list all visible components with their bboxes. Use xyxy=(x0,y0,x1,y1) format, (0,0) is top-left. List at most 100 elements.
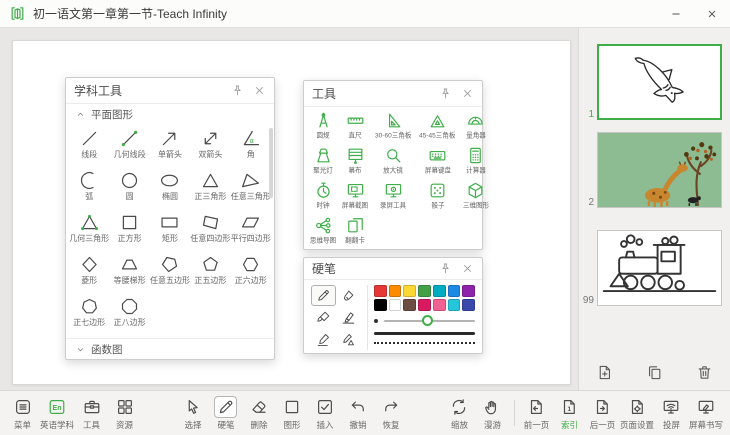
index-button[interactable]: 1索引 xyxy=(553,396,586,431)
solid-line-style[interactable] xyxy=(374,332,475,335)
shape-line-segment[interactable]: 线段 xyxy=(69,125,109,167)
pen-color-swatch-12[interactable] xyxy=(448,299,461,311)
close-icon[interactable] xyxy=(253,84,266,97)
pen-color-swatch-13[interactable] xyxy=(462,299,475,311)
pen-color-swatch-3[interactable] xyxy=(418,285,431,297)
delete-page-button[interactable] xyxy=(680,364,730,381)
pin-icon[interactable] xyxy=(231,84,244,97)
hard-pen-button[interactable]: 硬笔 xyxy=(209,396,242,431)
dotted-line-style[interactable] xyxy=(374,342,475,344)
plane-shapes-section[interactable]: 平面图形 xyxy=(66,104,274,125)
tools-button[interactable]: 工具 xyxy=(75,396,108,431)
pen-writing[interactable] xyxy=(337,285,362,306)
tool-three-d-shapes[interactable]: 三维图形 xyxy=(460,179,492,214)
shape-arc[interactable]: 弧 xyxy=(69,167,109,209)
pen-color-swatch-11[interactable] xyxy=(433,299,446,311)
tool-spotlight[interactable]: 聚光灯 xyxy=(307,144,339,179)
pin-icon[interactable] xyxy=(439,87,452,100)
shape-angle[interactable]: α角 xyxy=(231,125,271,167)
new-page-button[interactable] xyxy=(579,364,629,381)
shape-circle[interactable]: 圆 xyxy=(109,167,149,209)
shape-reg-hexagon[interactable]: 正六边形 xyxy=(231,251,271,293)
pen-color-swatch-1[interactable] xyxy=(389,285,402,297)
pen-pencil[interactable] xyxy=(311,285,336,306)
close-button[interactable] xyxy=(694,0,730,27)
cast-button[interactable]: 投屏 xyxy=(655,396,688,431)
copy-page-button[interactable] xyxy=(629,364,679,381)
tool-triangle-45-45[interactable]: 45-45三角板 xyxy=(415,109,459,144)
shape-eq-triangle[interactable]: 正三角形 xyxy=(190,167,230,209)
pen-color-swatch-10[interactable] xyxy=(418,299,431,311)
pen-color-swatch-2[interactable] xyxy=(403,285,416,297)
tool-compass[interactable]: 圆规 xyxy=(307,109,339,144)
shape-square[interactable]: 正方形 xyxy=(109,209,149,251)
slider-knob[interactable] xyxy=(422,315,433,326)
redo-button[interactable]: 恢复 xyxy=(374,396,407,431)
tool-mind-map[interactable]: 思维导图 xyxy=(307,214,339,249)
menu-button[interactable]: 菜单 xyxy=(6,396,39,431)
delete-button[interactable]: 删除 xyxy=(242,396,275,431)
shape-parallelogram[interactable]: 平行四边形 xyxy=(231,209,271,251)
shape-isosceles-trapezoid[interactable]: 等腰梯形 xyxy=(109,251,149,293)
tool-curtain[interactable]: 幕布 xyxy=(339,144,371,179)
page-settings-button[interactable]: 页面设置 xyxy=(619,396,655,431)
pen-color-swatch-0[interactable] xyxy=(374,285,387,297)
shape-geo-line-segment[interactable]: 几何线段 xyxy=(109,125,149,167)
tool-dice[interactable]: 骰子 xyxy=(415,179,459,214)
function-graph-section[interactable]: 函数图 xyxy=(66,338,274,359)
shape-double-arrow[interactable]: 双箭头 xyxy=(190,125,230,167)
insert-button[interactable]: 插入 xyxy=(308,396,341,431)
close-icon[interactable] xyxy=(461,87,474,100)
tool-flip-card[interactable]: 翻翻卡 xyxy=(339,214,371,249)
resources-button[interactable]: 资源 xyxy=(108,396,141,431)
roam-button[interactable]: 漫游 xyxy=(476,396,509,431)
pen-color-swatch-9[interactable] xyxy=(403,299,416,311)
tool-screen-keyboard[interactable]: 屏幕键盘 xyxy=(415,144,459,179)
tool-triangle-30-60[interactable]: 30-60三角板 xyxy=(371,109,415,144)
screen-write-button[interactable]: 屏幕书写 xyxy=(688,396,724,431)
shape-rectangle[interactable]: 矩形 xyxy=(150,209,190,251)
pen-color-swatch-4[interactable] xyxy=(433,285,446,297)
shape-ellipse[interactable]: 椭圆 xyxy=(150,167,190,209)
shape-any-pentagon[interactable]: 任意五边形 xyxy=(150,251,190,293)
next-page-button[interactable]: 后一页 xyxy=(586,396,619,431)
scrollbar-thumb[interactable] xyxy=(269,128,273,198)
tool-protractor[interactable]: 量角器 xyxy=(460,109,492,144)
slide-thumbnail-2[interactable] xyxy=(597,132,722,208)
tool-ruler[interactable]: 直尺 xyxy=(339,109,371,144)
tool-calculator[interactable]: 计算器 xyxy=(460,144,492,179)
tool-screen-capture[interactable]: 屏幕截图 xyxy=(339,179,371,214)
tool-clock[interactable]: 时钟 xyxy=(307,179,339,214)
pen-color-swatch-5[interactable] xyxy=(448,285,461,297)
shape-reg-octagon[interactable]: 正八边形 xyxy=(109,293,149,335)
close-icon[interactable] xyxy=(461,262,474,275)
pen-line[interactable] xyxy=(311,329,336,350)
undo-button[interactable]: 撤销 xyxy=(341,396,374,431)
pin-icon[interactable] xyxy=(439,262,452,275)
shape-rhombus[interactable]: 菱形 xyxy=(69,251,109,293)
shape-reg-pentagon[interactable]: 正五边形 xyxy=(190,251,230,293)
zoom-button[interactable]: 缩放 xyxy=(443,396,476,431)
pen-color-swatch-8[interactable] xyxy=(389,299,402,311)
pen-shape[interactable] xyxy=(337,329,362,350)
pen-color-swatch-7[interactable] xyxy=(374,299,387,311)
prev-page-button[interactable]: 前一页 xyxy=(520,396,553,431)
shape-any-triangle[interactable]: 任意三角形 xyxy=(231,167,271,209)
pen-size-slider[interactable] xyxy=(374,314,475,327)
english-subject-button[interactable]: En英语学科 xyxy=(39,396,75,431)
pen-color-swatch-6[interactable] xyxy=(462,285,475,297)
slide-thumbnail-1[interactable] xyxy=(597,44,722,120)
tool-magnifier[interactable]: 放大镜 xyxy=(371,144,415,179)
shape-reg-heptagon[interactable]: 正七边形 xyxy=(69,293,109,335)
shape-geo-triangle[interactable]: 几何三角形 xyxy=(69,209,109,251)
shape-button[interactable]: 图形 xyxy=(275,396,308,431)
select-button[interactable]: 选择 xyxy=(176,396,209,431)
panel-scrollbar[interactable] xyxy=(269,128,273,335)
pen-brush[interactable] xyxy=(311,307,336,328)
slide-thumbnail-99[interactable] xyxy=(597,230,722,306)
pen-highlighter[interactable] xyxy=(337,307,362,328)
shape-any-quad[interactable]: 任意四边形 xyxy=(190,209,230,251)
shape-single-arrow[interactable]: 单箭头 xyxy=(150,125,190,167)
tool-screen-record[interactable]: 录屏工具 xyxy=(371,179,415,214)
minimize-button[interactable] xyxy=(658,0,694,27)
